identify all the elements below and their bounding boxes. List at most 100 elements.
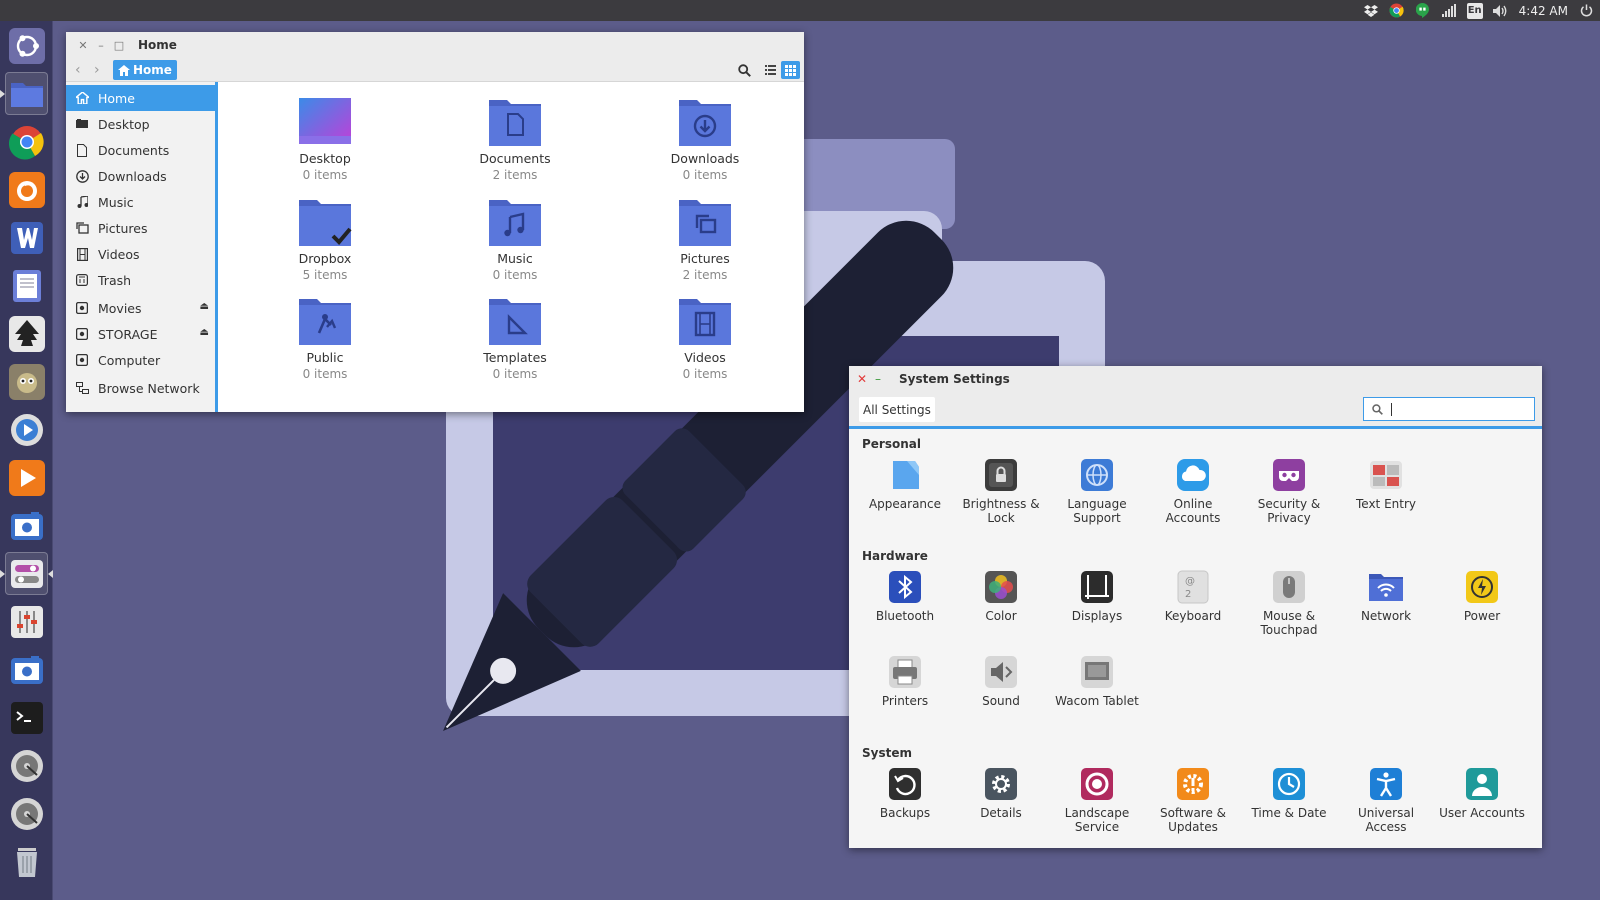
home-icon <box>118 64 130 76</box>
music-icon <box>75 195 89 209</box>
mouse-icon <box>1271 569 1307 605</box>
close-button[interactable]: ✕ <box>857 372 875 386</box>
forward-button[interactable]: › <box>94 62 100 78</box>
system-settings-icon[interactable] <box>5 552 48 595</box>
minimize-button[interactable]: – <box>92 39 110 52</box>
hangouts-icon[interactable] <box>1415 3 1431 19</box>
gimp-icon[interactable] <box>5 360 48 403</box>
text-editor-icon[interactable] <box>5 264 48 307</box>
folder-dropbox[interactable]: Dropbox 5 items <box>260 196 390 282</box>
media-player-icon[interactable] <box>5 456 48 499</box>
eject-icon[interactable]: ⏏ <box>200 301 209 312</box>
back-button[interactable]: ‹ <box>75 62 81 78</box>
text-cursor <box>1391 402 1392 416</box>
search-input[interactable] <box>1363 397 1535 421</box>
sidebar-item-music[interactable]: Music <box>66 189 215 215</box>
folder-videos[interactable]: Videos 0 items <box>640 295 770 381</box>
setting-text-entry[interactable]: Text Entry <box>1338 457 1434 511</box>
eject-icon[interactable]: ⏏ <box>200 327 209 338</box>
firefox-icon[interactable] <box>5 168 48 211</box>
setting-mouse-touchpad[interactable]: Mouse & Touchpad <box>1241 569 1337 637</box>
sidebar-item-home[interactable]: Home <box>66 85 215 111</box>
clock[interactable]: 4:42 AM <box>1519 4 1568 18</box>
setting-brightness-lock[interactable]: Brightness & Lock <box>953 457 1049 525</box>
close-button[interactable]: ✕ <box>74 39 92 52</box>
sidebar-item-downloads[interactable]: Downloads <box>66 163 215 189</box>
chrome-icon[interactable] <box>1389 3 1405 19</box>
search-button[interactable] <box>735 61 754 79</box>
setting-label: Time & Date <box>1251 806 1327 820</box>
setting-label: Color <box>985 609 1017 623</box>
video-player-icon[interactable] <box>5 408 48 451</box>
signal-icon[interactable] <box>1441 3 1457 19</box>
setting-language-support[interactable]: Language Support <box>1049 457 1145 525</box>
setting-software-updates[interactable]: Software & Updates <box>1145 766 1241 834</box>
volume-icon[interactable] <box>1492 3 1509 19</box>
folder-music[interactable]: Music 0 items <box>450 196 580 282</box>
sidebar-item-storage[interactable]: STORAGE ⏏ <box>66 321 215 347</box>
folder-public[interactable]: Public 0 items <box>260 295 390 381</box>
sidebar-item-desktop[interactable]: Desktop <box>66 111 215 137</box>
setting-label: Bluetooth <box>875 609 935 623</box>
setting-displays[interactable]: Displays <box>1049 569 1145 623</box>
setting-universal-access[interactable]: Universal Access <box>1338 766 1434 834</box>
lock-icon <box>983 457 1019 493</box>
dash-home-icon[interactable] <box>5 24 48 67</box>
disk-icon[interactable] <box>5 744 48 787</box>
setting-printers[interactable]: Printers <box>857 654 953 708</box>
setting-landscape-service[interactable]: Landscape Service <box>1049 766 1145 834</box>
inkscape-icon[interactable] <box>5 312 48 355</box>
setting-network[interactable]: Network <box>1338 569 1434 623</box>
sidebar-item-computer[interactable]: Computer <box>66 347 215 373</box>
sidebar-item-videos[interactable]: Videos <box>66 241 215 267</box>
setting-label: Software & Updates <box>1159 806 1227 834</box>
sidebar-item-trash[interactable]: Trash <box>66 267 215 293</box>
setting-security-privacy[interactable]: Security & Privacy <box>1241 457 1337 525</box>
folder-pictures[interactable]: Pictures 2 items <box>640 196 770 282</box>
sidebar-item-documents[interactable]: Documents <box>66 137 215 163</box>
disk-icon-2[interactable] <box>5 792 48 835</box>
breadcrumb-home[interactable]: Home <box>113 60 177 80</box>
setting-user-accounts[interactable]: User Accounts <box>1434 766 1530 820</box>
setting-sound[interactable]: Sound <box>953 654 1049 708</box>
files-icon[interactable] <box>5 72 48 115</box>
trash-icon[interactable] <box>5 840 48 883</box>
folder-downloads[interactable]: Downloads 0 items <box>640 96 770 182</box>
toolbar: ‹ › Home <box>66 58 804 82</box>
minimize-button[interactable]: – <box>875 372 895 386</box>
folder-desktop[interactable]: Desktop 0 items <box>260 96 390 182</box>
setting-details[interactable]: Details <box>953 766 1049 820</box>
camera-icon[interactable] <box>5 504 48 547</box>
sidebar-item-movies[interactable]: Movies ⏏ <box>66 295 215 321</box>
dropbox-icon[interactable] <box>1363 3 1379 19</box>
setting-time-date[interactable]: Time & Date <box>1241 766 1337 820</box>
setting-backups[interactable]: Backups <box>857 766 953 820</box>
file-grid: Desktop 0 items Documents 2 items Downlo… <box>224 82 804 412</box>
setting-wacom-tablet[interactable]: Wacom Tablet <box>1049 654 1145 708</box>
power-icon[interactable] <box>1578 3 1594 19</box>
setting-power[interactable]: Power <box>1434 569 1530 623</box>
setting-label: Network <box>1360 609 1412 623</box>
setting-bluetooth[interactable]: Bluetooth <box>857 569 953 623</box>
sidebar-item-pictures[interactable]: Pictures <box>66 215 215 241</box>
folder-templates[interactable]: Templates 0 items <box>450 295 580 381</box>
settings-grid: Personal Appearance Brightness & Lock Lan… <box>849 429 1542 848</box>
all-settings-button[interactable]: All Settings <box>859 397 935 422</box>
grid-view-button[interactable] <box>781 61 800 79</box>
setting-label: Mouse & Touchpad <box>1260 609 1318 637</box>
keyboard-icon: @2 <box>1175 569 1211 605</box>
chrome-icon[interactable] <box>5 120 48 163</box>
mixer-icon[interactable] <box>5 600 48 643</box>
list-view-button[interactable] <box>761 61 780 79</box>
setting-keyboard[interactable]: @2 Keyboard <box>1145 569 1241 623</box>
keyboard-language-indicator[interactable]: En <box>1466 2 1483 19</box>
maximize-button[interactable]: □ <box>110 39 128 52</box>
screenshot-icon[interactable] <box>5 648 48 691</box>
terminal-icon[interactable] <box>5 696 48 739</box>
sidebar-item-browse-network[interactable]: Browse Network <box>66 375 215 401</box>
setting-online-accounts[interactable]: Online Accounts <box>1145 457 1241 525</box>
writer-icon[interactable] <box>5 216 48 259</box>
setting-color[interactable]: Color <box>953 569 1049 623</box>
folder-documents[interactable]: Documents 2 items <box>450 96 580 182</box>
setting-appearance[interactable]: Appearance <box>857 457 953 511</box>
